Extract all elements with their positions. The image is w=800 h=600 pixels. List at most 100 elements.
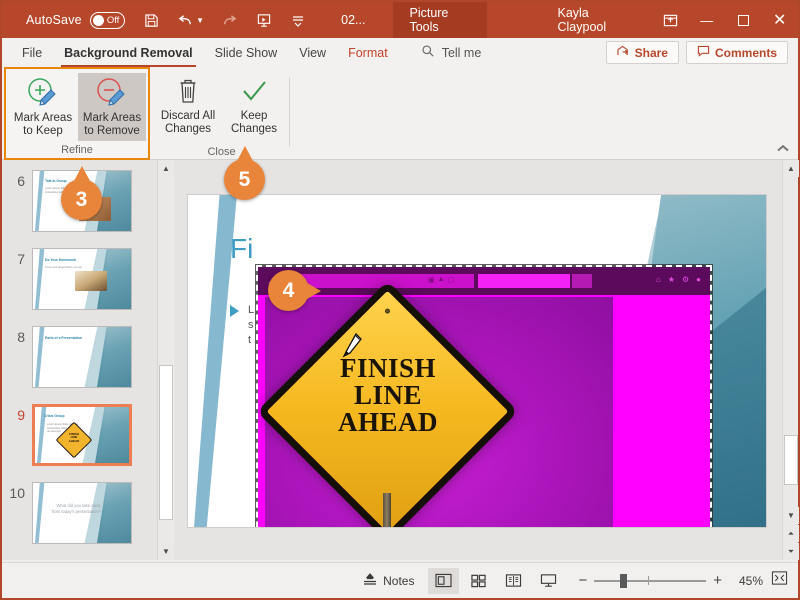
finish-line-ahead-sign-screenshot[interactable]: ← → ▣ ▲ ▢ ⌂ ★ — [258, 267, 710, 527]
lock-icon: ▲ — [438, 276, 445, 284]
undo-dropdown-caret[interactable]: ▼ — [196, 16, 204, 25]
browser-content-area: FINISH LINE AHEAD — [265, 297, 710, 527]
ribbon-display-options-icon[interactable] — [652, 2, 689, 38]
thumbnail-pane-scrollbar[interactable]: ▲ ▼ — [157, 160, 173, 560]
mark-areas-to-keep-button[interactable]: Mark Areas to Keep — [9, 73, 77, 141]
slide-title[interactable]: Fi — [230, 233, 253, 265]
home-icon: ⌂ — [656, 275, 661, 284]
selected-picture-wrapper[interactable]: ← → ▣ ▲ ▢ ⌂ ★ — [258, 267, 710, 527]
thumbnail-slide[interactable]: Do Your Homework Know your target before… — [32, 248, 132, 310]
keep-changes-button[interactable]: Keep Changes — [220, 71, 288, 139]
document-name[interactable]: 02... — [341, 13, 365, 27]
ribbon-tab-row: File Background Removal Slide Show View … — [2, 38, 798, 67]
tab-format[interactable]: Format — [337, 38, 399, 67]
tab-slide-show[interactable]: Slide Show — [204, 38, 289, 67]
current-slide-canvas[interactable]: Fi L s t ← → ▣ ▲ — [188, 195, 766, 527]
star-icon: ★ — [668, 275, 675, 284]
scroll-down-arrow[interactable]: ▼ — [158, 543, 174, 560]
fit-slide-icon[interactable] — [771, 570, 788, 591]
slide-bullet[interactable]: L s t — [230, 303, 254, 348]
tab-background-removal[interactable]: Background Removal — [53, 38, 204, 67]
close-button[interactable]: ✕ — [761, 2, 798, 38]
title-bar: AutoSave Off ▼ 02... Picture Tools Kayla… — [2, 2, 798, 38]
thumbnail-item-9[interactable]: 9 Crisis Group Lorem ipsum dolor sit ame… — [2, 404, 152, 466]
thumbnail-title: Talk in Group — [45, 179, 67, 183]
normal-view-icon[interactable] — [428, 568, 459, 594]
checkmark-icon — [236, 74, 272, 108]
slide-body-text: L s t — [248, 303, 254, 348]
zoom-percent-label[interactable]: 45% — [729, 574, 763, 588]
badge-tail — [237, 146, 253, 161]
scroll-thumb[interactable] — [159, 365, 173, 520]
scroll-up-arrow[interactable]: ▲ — [158, 160, 174, 177]
status-bar: Notes − + 45% — [2, 562, 798, 598]
scroll-thumb[interactable] — [784, 435, 798, 485]
reading-view-icon[interactable] — [498, 568, 529, 594]
slide-sorter-icon[interactable] — [463, 568, 494, 594]
tab-view[interactable]: View — [288, 38, 337, 67]
autosave-toggle[interactable]: Off — [90, 12, 126, 29]
autosave-label: AutoSave — [26, 13, 82, 27]
notes-icon — [363, 573, 377, 589]
browser-toolbar-icons: ⌂ ★ ⚙ ● — [656, 275, 701, 284]
thumbnail-item-7[interactable]: 7 Do Your Homework Know your target befo… — [2, 248, 152, 310]
zoom-slider[interactable] — [594, 574, 706, 588]
mark-areas-to-remove-button[interactable]: Mark Areas to Remove — [78, 73, 146, 141]
thumbnail-item-10[interactable]: 10 What did you take away from today's p… — [2, 482, 152, 544]
customize-qat-icon[interactable] — [290, 10, 307, 30]
mark-keep-label: Mark Areas to Keep — [14, 112, 72, 138]
mark-remove-pencil-icon — [94, 76, 130, 110]
next-slide-button[interactable]: ⏷ — [783, 543, 799, 560]
thumbnail-slide[interactable]: What did you take away from today's pres… — [32, 482, 132, 544]
tell-me-box[interactable]: Tell me — [421, 44, 482, 61]
browser-url-icons: ▣ ▲ ▢ — [428, 276, 454, 284]
comment-icon — [697, 45, 710, 60]
thumbnail-item-8[interactable]: 8 Parts of a Presentation — [2, 326, 152, 388]
save-icon[interactable] — [142, 10, 159, 30]
comments-button[interactable]: Comments — [686, 41, 788, 64]
tab-file[interactable]: File — [11, 38, 53, 67]
discard-all-changes-button[interactable]: Discard All Changes — [154, 71, 222, 139]
collapse-ribbon-icon[interactable] — [776, 144, 790, 156]
previous-slide-button[interactable]: ⏶ — [783, 525, 799, 542]
slide-art-swoosh — [35, 483, 47, 543]
user-name[interactable]: Kayla Claypool — [557, 6, 629, 34]
badge-tail — [74, 166, 90, 181]
scroll-down-arrow[interactable]: ▼ — [783, 507, 799, 524]
zoom-track — [594, 580, 706, 582]
zoom-in-button[interactable]: + — [713, 572, 722, 589]
badge-tail — [307, 283, 321, 299]
thumbnail-slide-selected[interactable]: Crisis Group Lorem ipsum dolor sit amet … — [32, 404, 132, 466]
slide-editing-area[interactable]: Fi L s t ← → ▣ ▲ — [174, 160, 796, 560]
thumbnail-center-text: What did you take away from today's pres… — [51, 503, 101, 514]
redo-icon[interactable] — [221, 10, 238, 30]
slide-thumbnail-pane[interactable]: 6 Talk in Group Lorem ipsum dolor sit am… — [2, 160, 157, 560]
undo-icon[interactable] — [177, 10, 194, 30]
share-icon — [617, 45, 630, 60]
restore-button[interactable] — [725, 2, 762, 38]
restore-glyph — [738, 15, 749, 26]
sign-post — [383, 493, 391, 527]
notes-button[interactable]: Notes — [351, 569, 426, 593]
avatar-icon: ● — [696, 275, 701, 284]
keep-label: Keep Changes — [231, 110, 277, 136]
thumbnail-body: Know your target before you act — [45, 266, 85, 270]
ribbon-divider — [289, 77, 290, 147]
scroll-up-arrow[interactable]: ▲ — [783, 160, 799, 177]
zoom-control[interactable]: − + 45% — [578, 572, 763, 589]
slide-area-scrollbar[interactable]: ▲ ▼ ⏶ ⏷ — [782, 160, 798, 560]
minimize-button[interactable]: — — [688, 2, 725, 38]
zoom-out-button[interactable]: − — [578, 572, 587, 589]
refresh-icon: ▢ — [448, 276, 455, 284]
share-button[interactable]: Share — [606, 41, 679, 64]
gear-icon: ⚙ — [682, 275, 689, 284]
browser-chrome-bar: ← → ▣ ▲ ▢ ⌂ ★ — [258, 267, 710, 295]
ribbon-group-refine-label: Refine — [6, 144, 148, 156]
picture-tools-context-tab[interactable]: Picture Tools — [393, 2, 487, 38]
start-presentation-icon[interactable] — [255, 10, 272, 30]
callout-badge-5: 5 — [224, 159, 265, 200]
thumbnail-slide[interactable]: Parts of a Presentation — [32, 326, 132, 388]
slide-show-icon[interactable] — [533, 568, 564, 594]
zoom-slider-thumb[interactable] — [620, 574, 627, 588]
thumbnail-title: Do Your Homework — [45, 258, 76, 262]
